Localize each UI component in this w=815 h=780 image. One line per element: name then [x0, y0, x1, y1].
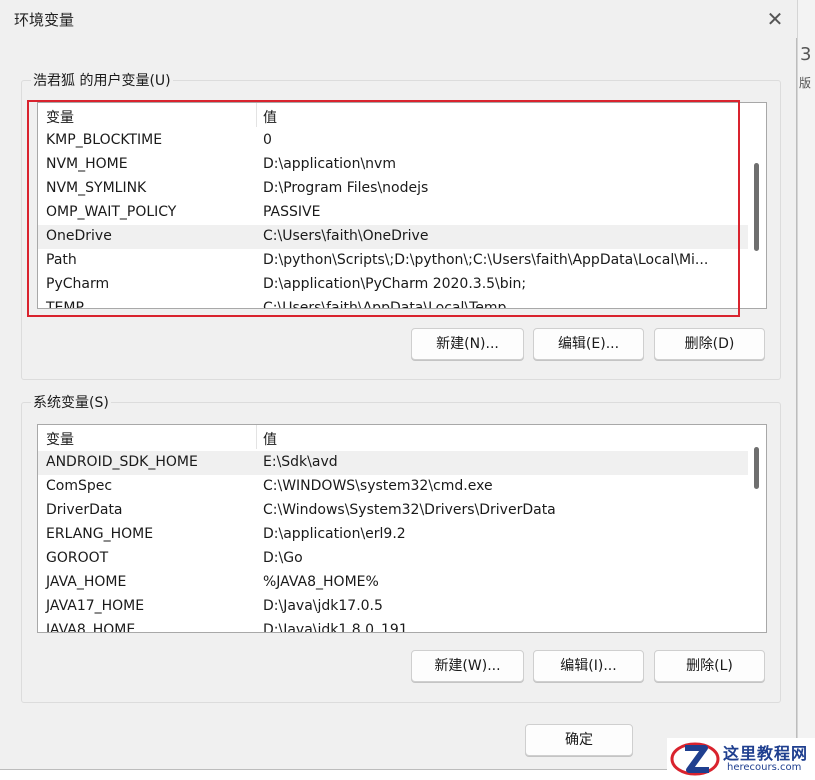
background-glyph: 3 — [800, 44, 812, 65]
table-row[interactable]: PyCharm D:\application\PyCharm 2020.3.5\b… — [38, 273, 749, 297]
column-header-value[interactable]: 值 — [263, 429, 277, 449]
background-window-edge — [797, 0, 815, 780]
variable-name: TEMP — [46, 300, 84, 309]
variable-name: PyCharm — [46, 276, 110, 292]
watermark-emblem-icon — [670, 742, 720, 776]
variable-name: ComSpec — [46, 478, 113, 494]
variable-name: JAVA_HOME — [46, 574, 127, 590]
table-row[interactable]: TEMP C:\Users\faith\AppData\Local\Temp — [38, 297, 749, 309]
system-vars-group: 系统变量(S) 变量 值 ANDROID_SDK_HOME E:\Sdk\avd C… — [21, 392, 781, 703]
list-header: 变量 值 — [38, 425, 749, 449]
column-header-name[interactable]: 变量 — [46, 429, 74, 449]
background-glyph: 版 — [799, 76, 812, 90]
variable-name: JAVA8_HOME — [46, 622, 136, 633]
table-row[interactable]: GOROOT D:\Go — [38, 547, 749, 571]
window-title: 环境变量 — [14, 11, 75, 29]
variable-value: PASSIVE — [263, 204, 321, 220]
variable-value: C:\WINDOWS\system32\cmd.exe — [263, 478, 493, 494]
table-row[interactable]: Path D:\python\Scripts\;D:\python\;C:\Use… — [38, 249, 749, 273]
table-row[interactable]: NVM_HOME D:\application\nvm — [38, 153, 749, 177]
variable-value: E:\Sdk\avd — [263, 454, 338, 470]
table-row[interactable]: JAVA17_HOME D:\Java\jdk17.0.5 — [38, 595, 749, 619]
variable-value: D:\Program Files\nodejs — [263, 180, 429, 196]
table-row[interactable]: OMP_WAIT_POLICY PASSIVE — [38, 201, 749, 225]
system-edit-button[interactable]: 编辑(I)... — [533, 650, 644, 682]
variable-value: C:\Windows\System32\Drivers\DriverData — [263, 502, 556, 518]
variable-value: C:\Users\faith\AppData\Local\Temp — [263, 300, 507, 309]
variable-value: D:\Java\jdk17.0.5 — [263, 598, 383, 614]
table-row[interactable]: KMP_BLOCKTIME 0 — [38, 129, 749, 153]
variable-name: KMP_BLOCKTIME — [46, 132, 163, 148]
variable-value: D:\python\Scripts\;D:\python\;C:\Users\f… — [263, 252, 709, 268]
scrollbar-thumb[interactable] — [754, 447, 759, 489]
title-bar: 环境变量 ✕ — [0, 0, 797, 38]
column-header-value[interactable]: 值 — [263, 107, 277, 127]
variable-name: Path — [46, 252, 77, 268]
variable-name: JAVA17_HOME — [46, 598, 145, 614]
variable-name: OMP_WAIT_POLICY — [46, 204, 177, 220]
variable-value: C:\Users\faith\OneDrive — [263, 228, 429, 244]
env-vars-dialog: 环境变量 ✕ 浩君狐 的用户变量(U) 变量 值 KMP_BLOCKTIME 0 N… — [0, 0, 797, 770]
user-edit-button[interactable]: 编辑(E)... — [533, 328, 644, 360]
variable-value: D:\application\erl9.2 — [263, 526, 406, 542]
variable-value: D:\Java\jdk1.8.0_191 — [263, 622, 408, 633]
table-row[interactable]: JAVA_HOME %JAVA8_HOME% — [38, 571, 749, 595]
system-vars-label: 系统变量(S) — [31, 392, 111, 412]
column-divider[interactable] — [256, 425, 257, 449]
table-row[interactable]: ComSpec C:\WINDOWS\system32\cmd.exe — [38, 475, 749, 499]
watermark-url: herecours.com — [727, 762, 802, 773]
system-vars-list[interactable]: 变量 值 ANDROID_SDK_HOME E:\Sdk\avd ComSpec C:… — [37, 424, 767, 633]
variable-name: DriverData — [46, 502, 123, 518]
user-vars-list[interactable]: 变量 值 KMP_BLOCKTIME 0 NVM_HOME D:\applicatio… — [37, 102, 767, 309]
user-vars-group: 浩君狐 的用户变量(U) 变量 值 KMP_BLOCKTIME 0 NVM_HOME… — [21, 70, 781, 380]
table-row[interactable]: ANDROID_SDK_HOME E:\Sdk\avd — [38, 451, 749, 475]
list-header: 变量 值 — [38, 103, 749, 127]
variable-value: 0 — [263, 132, 272, 148]
system-new-button[interactable]: 新建(W)... — [411, 650, 524, 682]
system-delete-button[interactable]: 删除(L) — [654, 650, 765, 682]
variable-name: NVM_SYMLINK — [46, 180, 147, 196]
column-header-name[interactable]: 变量 — [46, 107, 74, 127]
table-row[interactable]: DriverData C:\Windows\System32\Drivers\Dr… — [38, 499, 749, 523]
variable-value: D:\application\nvm — [263, 156, 396, 172]
table-row[interactable]: JAVA8_HOME D:\Java\jdk1.8.0_191 — [38, 619, 749, 633]
user-delete-button[interactable]: 删除(D) — [654, 328, 765, 360]
ok-button[interactable]: 确定 — [525, 724, 633, 756]
variable-name: GOROOT — [46, 550, 109, 566]
variable-value: D:\Go — [263, 550, 303, 566]
variable-value: %JAVA8_HOME% — [263, 574, 379, 590]
column-divider[interactable] — [256, 103, 257, 127]
scrollbar-thumb[interactable] — [754, 163, 759, 251]
table-row[interactable]: ERLANG_HOME D:\application\erl9.2 — [38, 523, 749, 547]
user-vars-label: 浩君狐 的用户变量(U) — [31, 70, 173, 90]
vertical-scrollbar[interactable] — [748, 425, 766, 632]
watermark-title: 这里教程网 — [723, 744, 809, 763]
variable-name: ANDROID_SDK_HOME — [46, 454, 198, 470]
user-new-button[interactable]: 新建(N)... — [411, 328, 524, 360]
variable-name: ERLANG_HOME — [46, 526, 154, 542]
variable-name: OneDrive — [46, 228, 112, 244]
table-row[interactable]: NVM_SYMLINK D:\Program Files\nodejs — [38, 177, 749, 201]
table-row[interactable]: OneDrive C:\Users\faith\OneDrive — [38, 225, 749, 249]
variable-value: D:\application\PyCharm 2020.3.5\bin; — [263, 276, 527, 292]
vertical-scrollbar[interactable] — [748, 103, 766, 308]
close-icon[interactable]: ✕ — [757, 4, 793, 34]
variable-name: NVM_HOME — [46, 156, 128, 172]
watermark-logo: 这里教程网 herecours.com — [667, 738, 815, 780]
